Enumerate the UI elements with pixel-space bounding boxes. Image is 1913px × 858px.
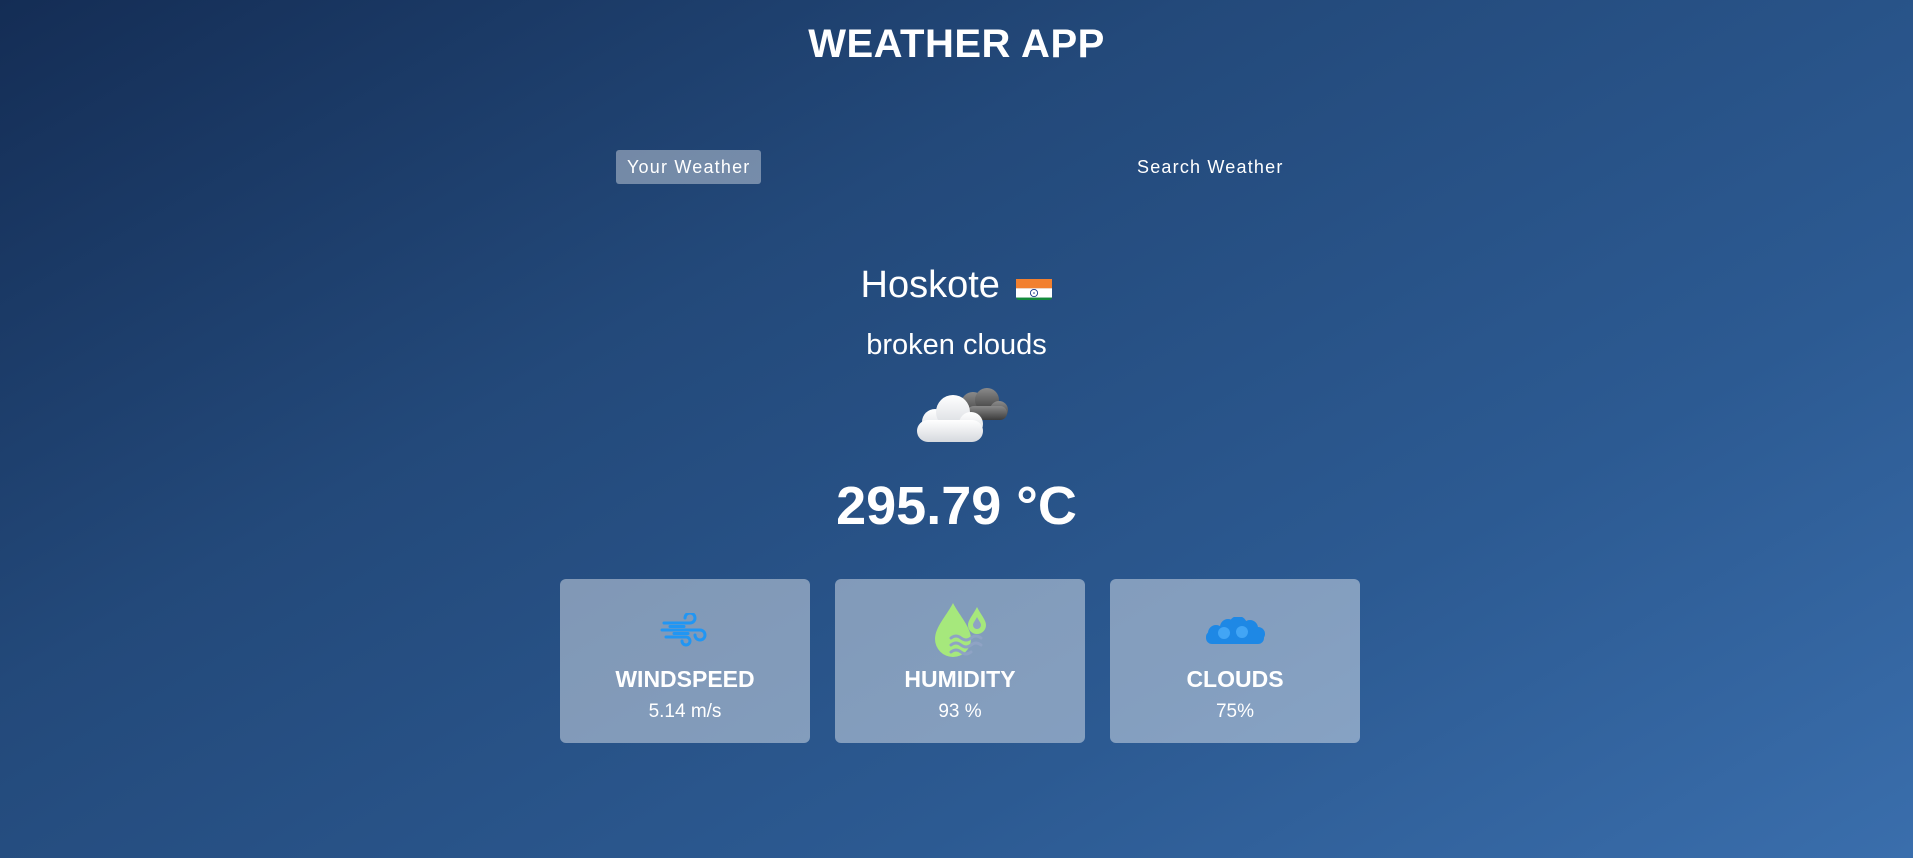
clouds-card: CLOUDS 75% [1110,579,1360,743]
wind-icon [560,613,810,647]
windspeed-value: 5.14 m/s [648,701,722,722]
india-flag-icon [1016,272,1053,300]
humidity-card: HUMIDITY 93 % [835,579,1085,743]
humidity-icon [835,601,1085,657]
city-name: Hoskote [860,264,1000,306]
clouds-icon [1110,617,1360,645]
city-heading: Hoskote [0,262,1913,308]
windspeed-card: WINDSPEED 5.14 m/s [560,579,810,743]
broken-clouds-icon [911,382,1011,448]
tab-search-weather[interactable]: Search Weather [1126,150,1295,184]
clouds-value: 75% [1215,701,1255,722]
weather-description: broken clouds [866,329,1047,361]
humidity-label: HUMIDITY [904,666,1016,692]
temperature-value: 295.79 °C [836,476,1077,536]
clouds-label: CLOUDS [1186,666,1284,692]
app-title: WEATHER APP [808,22,1105,66]
windspeed-label: WINDSPEED [615,666,755,692]
humidity-value: 93 % [938,701,982,722]
tab-your-weather[interactable]: Your Weather [616,150,762,184]
